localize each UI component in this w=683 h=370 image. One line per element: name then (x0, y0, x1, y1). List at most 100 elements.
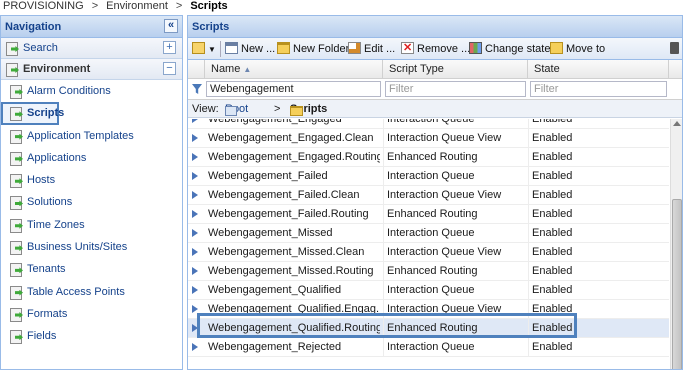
expand-row-icon[interactable] (192, 324, 198, 332)
table-row[interactable]: Webengagement_Failed.Routing Enhanced Rou… (188, 205, 669, 224)
expand-row-icon[interactable] (192, 191, 198, 199)
expand-row-icon[interactable] (192, 267, 198, 275)
expand-row-icon[interactable] (192, 248, 198, 256)
table-row[interactable]: Webengagement_Missed.Clean Interaction Qu… (188, 243, 669, 262)
solutions-icon (10, 196, 23, 211)
cell-state: Enabled (532, 151, 573, 163)
nav-item-solutions[interactable]: Solutions (1, 191, 182, 213)
change-state-icon (469, 42, 482, 54)
search-section[interactable]: Search + (1, 38, 182, 59)
cell-name: Webengagement_Failed.Routing (208, 208, 369, 220)
column-divider (383, 186, 384, 205)
remove-button[interactable]: Remove ... (401, 40, 471, 57)
environment-section-label: Environment (23, 63, 91, 75)
cell-script-type: Interaction Queue View (387, 246, 502, 258)
expand-row-icon[interactable] (192, 305, 198, 313)
column-settings-button[interactable] (670, 41, 682, 57)
up-folder-button[interactable]: ▼ (192, 41, 216, 57)
change-state-button[interactable]: Change state (469, 41, 550, 57)
nav-item-label: Solutions (27, 196, 73, 209)
remove-icon (401, 40, 414, 56)
column-divider (383, 338, 384, 357)
new-button[interactable]: New ... (225, 41, 275, 57)
vertical-scrollbar[interactable] (670, 119, 682, 369)
remove-button-label: Remove ... (417, 43, 471, 55)
environment-item-list: Alarm Conditions Scripts Application Tem… (1, 80, 182, 348)
state-filter-input[interactable] (530, 81, 667, 97)
column-header-script-type[interactable]: Script Type (383, 60, 528, 79)
column-divider (528, 338, 529, 357)
table-row[interactable]: Webengagement_Missed Interaction Queue Ena… (188, 224, 669, 243)
nav-item-scripts[interactable]: Scripts (1, 102, 64, 125)
column-divider (383, 281, 384, 300)
breadcrumb-environment[interactable]: Environment (106, 0, 168, 12)
nav-item-hosts[interactable]: Hosts (1, 169, 182, 191)
panel-title: Scripts (192, 21, 230, 33)
nav-item-application-templates[interactable]: Application Templates (1, 125, 182, 147)
column-divider (383, 205, 384, 224)
expand-row-icon[interactable] (192, 343, 198, 351)
view-root-link[interactable]: Root (225, 103, 248, 116)
new-folder-button[interactable]: New Folder (277, 41, 349, 57)
cell-state: Enabled (532, 189, 573, 201)
expand-row-icon[interactable] (192, 119, 198, 123)
expand-row-icon[interactable] (192, 286, 198, 294)
nav-item-tenants[interactable]: Tenants (1, 258, 182, 280)
collapse-panel-button[interactable]: « (164, 19, 178, 33)
nav-item-label: Application Templates (27, 129, 134, 142)
view-label: View: (192, 103, 219, 115)
table-row[interactable]: Webengagement_Engaged.Routing Enhanced Ro… (188, 148, 669, 167)
column-header-name[interactable]: Name ▲ (205, 60, 383, 79)
expand-row-icon[interactable] (192, 153, 198, 161)
environment-section[interactable]: Environment − (1, 59, 182, 80)
table-row[interactable]: Webengagement_Qualified Interaction Queue… (188, 281, 669, 300)
breadcrumb-provisioning[interactable]: PROVISIONING (3, 0, 84, 12)
table-row[interactable]: Webengagement_Engaged Interaction Queue En… (188, 119, 669, 129)
nav-item-alarm-conditions[interactable]: Alarm Conditions (1, 80, 182, 102)
collapse-environment-button[interactable]: − (163, 62, 176, 75)
move-to-button-label: Move to (566, 43, 606, 55)
filter-icon (192, 84, 202, 94)
expand-row-icon[interactable] (192, 210, 198, 218)
table-row[interactable]: Webengagement_Failed.Clean Interaction Qu… (188, 186, 669, 205)
nav-item-label: Business Units/Sites (27, 241, 128, 254)
edit-button-label: Edit ... (364, 43, 396, 55)
name-filter-input[interactable] (206, 81, 381, 97)
cell-state: Enabled (532, 170, 573, 182)
table-row[interactable]: Webengagement_Missed.Routing Enhanced Rou… (188, 262, 669, 281)
expand-row-icon[interactable] (192, 229, 198, 237)
table-row[interactable]: Webengagement_Rejected Interaction Queue E… (188, 338, 669, 357)
script-type-filter-input[interactable] (385, 81, 526, 97)
folder-icon (290, 106, 303, 116)
nav-item-formats[interactable]: Formats (1, 303, 182, 325)
expand-search-button[interactable]: + (163, 41, 176, 54)
move-to-button[interactable]: Move to (550, 41, 605, 57)
column-divider (383, 119, 384, 129)
column-header-state[interactable]: State (528, 60, 669, 79)
nav-item-applications[interactable]: Applications (1, 147, 182, 169)
expand-row-icon[interactable] (192, 134, 198, 142)
table-row[interactable]: Webengagement_Failed Interaction Queue Ena… (188, 167, 669, 186)
cell-script-type: Interaction Queue (387, 284, 475, 296)
nav-item-business-units-sites[interactable]: Business Units/Sites (1, 236, 182, 258)
table-row[interactable]: Webengagement_Qualified.Engag... Interact… (188, 300, 669, 319)
breadcrumb-current: Scripts (190, 0, 228, 12)
edit-button[interactable]: Edit ... (348, 41, 395, 57)
cell-name: Webengagement_Missed.Clean (208, 246, 365, 258)
nav-item-time-zones[interactable]: Time Zones (1, 214, 182, 236)
column-divider (383, 129, 384, 148)
hosts-icon (10, 174, 23, 189)
column-divider (528, 148, 529, 167)
scroll-up-icon[interactable] (673, 121, 681, 126)
column-divider (383, 262, 384, 281)
column-divider (383, 243, 384, 262)
nav-item-table-access-points[interactable]: Table Access Points (1, 281, 182, 303)
scroll-thumb[interactable] (672, 199, 682, 369)
expand-row-icon[interactable] (192, 172, 198, 180)
scripts-icon (10, 107, 23, 122)
nav-item-fields[interactable]: Fields (1, 325, 182, 347)
table-row[interactable]: Webengagement_Qualified.Routing Enhanced … (188, 319, 669, 338)
new-folder-icon (277, 42, 290, 54)
table-row[interactable]: Webengagement_Engaged.Clean Interaction Q… (188, 129, 669, 148)
navigation-title: Navigation (5, 21, 62, 33)
